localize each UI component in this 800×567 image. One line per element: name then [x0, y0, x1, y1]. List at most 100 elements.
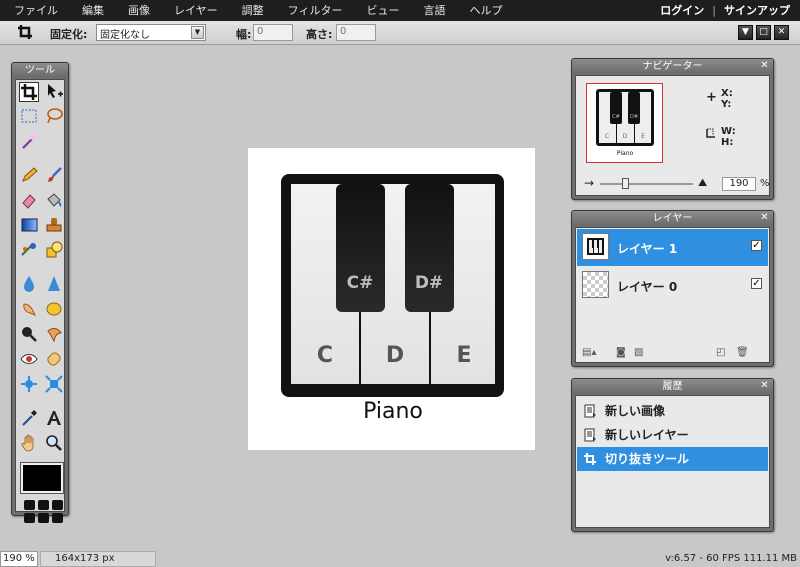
color-picker-tool-icon[interactable]	[19, 409, 39, 429]
crosshair-icon: +	[706, 90, 717, 105]
layer-properties-icon[interactable]: ▤▴	[582, 347, 596, 358]
marquee-tool-icon[interactable]	[19, 107, 39, 127]
menu-language[interactable]: 言語	[411, 0, 457, 21]
menu-file[interactable]: ファイル	[0, 0, 70, 21]
eraser-tool-icon[interactable]	[19, 191, 39, 211]
constraint-value: 固定化なし	[100, 30, 150, 41]
red-eye-tool-icon[interactable]	[19, 350, 39, 370]
pencil-tool-icon[interactable]	[19, 166, 39, 186]
close-icon[interactable]: ✕	[759, 213, 770, 223]
layer-row[interactable]: レイヤー 0 ✓	[577, 267, 768, 304]
color-replace-tool-icon[interactable]	[19, 241, 39, 261]
signup-link[interactable]: サインアップ	[724, 0, 790, 21]
layer-visibility-checkbox[interactable]: ✓	[751, 278, 762, 289]
zoom-slider-track[interactable]	[600, 178, 693, 189]
bloat-tool-icon[interactable]	[19, 375, 39, 395]
image-canvas[interactable]: C# D# C D E Piano	[248, 148, 535, 450]
crop-tool-icon[interactable]	[19, 82, 39, 102]
layers-body: レイヤー 1 ✓ レイヤー 0 ✓ ▤▴ ◙ ▧ ◰ 🗑	[575, 227, 770, 363]
piano-caption: Piano	[363, 399, 423, 424]
menu-layer[interactable]: レイヤー	[162, 0, 230, 21]
menu-filter[interactable]: フィルター	[276, 0, 355, 21]
tools-panel: ツール	[11, 62, 69, 523]
zoom-slider-thumb[interactable]	[622, 178, 629, 189]
stamp-tool-icon[interactable]	[44, 216, 64, 236]
zoom-in-icon[interactable]: ⛰	[698, 176, 707, 190]
status-zoom[interactable]: 190 %	[0, 551, 38, 567]
menu-adjust[interactable]: 調整	[230, 0, 276, 21]
navigator-panel: ナビゲーター ✕ C# D# C D E Piano + X: Y: W: H:…	[571, 58, 774, 200]
history-item[interactable]: 切り抜きツール	[577, 447, 768, 471]
svg-text:Piano: Piano	[617, 150, 634, 157]
fill-bucket-tool-icon[interactable]	[44, 191, 64, 211]
navigator-thumbnail[interactable]: C# D# C D E Piano	[586, 83, 663, 163]
history-item[interactable]: 新しい画像	[577, 399, 768, 423]
magic-wand-tool-icon[interactable]	[19, 132, 39, 152]
brush-tool-icon[interactable]	[44, 166, 64, 186]
auth-links: ログイン | サインアップ	[660, 0, 790, 21]
height-input[interactable]: 0	[336, 24, 376, 41]
menu-view[interactable]: ビュー	[354, 0, 411, 21]
menu-edit[interactable]: 編集	[70, 0, 116, 21]
width-input[interactable]: 0	[253, 24, 293, 41]
close-icon[interactable]: ✕	[759, 381, 770, 391]
sponge-tool-icon[interactable]	[44, 300, 64, 320]
zoom-out-icon[interactable]: →	[584, 176, 594, 190]
history-title: 履歴 ✕	[572, 379, 773, 394]
svg-text:C#: C#	[612, 114, 620, 120]
status-image-size: 164x173 px	[40, 551, 156, 567]
hand-tool-icon[interactable]	[19, 434, 39, 454]
new-layer-icon[interactable]: ◰	[716, 347, 725, 358]
trash-icon[interactable]: 🗑	[736, 347, 749, 358]
layers-title: レイヤー ✕	[572, 211, 773, 226]
layer-row[interactable]: レイヤー 1 ✓	[577, 229, 768, 266]
quick-mask-dot[interactable]	[24, 500, 35, 510]
text-tool-icon[interactable]	[44, 409, 64, 429]
navigator-body: C# D# C D E Piano + X: Y: W: H: → ⛰ 190 …	[575, 75, 770, 196]
quick-mask-dot[interactable]	[52, 500, 63, 510]
history-label: 新しいレイヤー	[605, 428, 689, 442]
blur-tool-icon[interactable]	[19, 275, 39, 295]
navigator-title: ナビゲーター ✕	[572, 59, 773, 74]
minimize-button[interactable]: ▼	[738, 25, 753, 40]
selection-size-icon	[706, 128, 716, 141]
close-button[interactable]: ✕	[774, 25, 789, 40]
layer-visibility-checkbox[interactable]: ✓	[751, 240, 762, 251]
quick-mask-dot[interactable]	[52, 513, 63, 523]
menu-help[interactable]: ヘルプ	[457, 0, 514, 21]
key-label-e: E	[456, 343, 471, 368]
layer-styles-icon[interactable]: ▧	[634, 347, 643, 358]
layers-panel: レイヤー ✕ レイヤー 1 ✓ レイヤー 0 ✓ ▤▴ ◙ ▧ ◰ 🗑	[571, 210, 774, 367]
tools-panel-body	[15, 79, 65, 523]
layer-mask-icon[interactable]: ◙	[616, 347, 626, 358]
burn-tool-icon[interactable]	[44, 325, 64, 345]
sharpen-tool-icon[interactable]	[44, 275, 64, 295]
history-item[interactable]: 新しいレイヤー	[577, 423, 768, 447]
shapes-tool-icon[interactable]	[44, 241, 64, 261]
zoom-tool-icon[interactable]	[44, 434, 64, 454]
login-link[interactable]: ログイン	[660, 0, 704, 21]
restore-button[interactable]: □	[756, 25, 771, 40]
lasso-tool-icon[interactable]	[44, 107, 64, 127]
svg-text:D#: D#	[630, 114, 638, 120]
move-tool-icon[interactable]	[44, 82, 64, 102]
foreground-color-swatch[interactable]	[20, 462, 64, 494]
pinch-tool-icon[interactable]	[44, 375, 64, 395]
constraint-select[interactable]: 固定化なし ▼	[96, 24, 206, 41]
quick-mask-dot[interactable]	[38, 513, 49, 523]
menu-image[interactable]: 画像	[116, 0, 162, 21]
document-icon	[583, 423, 597, 447]
zoom-input[interactable]: 190	[722, 177, 756, 191]
smudge-tool-icon[interactable]	[19, 300, 39, 320]
quick-mask-dot[interactable]	[38, 500, 49, 510]
close-icon[interactable]: ✕	[759, 61, 770, 71]
chevron-down-icon: ▼	[191, 26, 204, 39]
quick-mask-dot[interactable]	[24, 513, 35, 523]
dodge-tool-icon[interactable]	[19, 325, 39, 345]
gradient-tool-icon[interactable]	[19, 216, 39, 236]
y-label: Y:	[721, 99, 732, 110]
status-bar: 190 % 164x173 px v:6.57 - 60 FPS 111.11 …	[0, 551, 800, 567]
zoom-unit: %	[760, 178, 770, 189]
spot-heal-tool-icon[interactable]	[44, 350, 64, 370]
piano-image: C# D# C D E Piano	[281, 174, 504, 424]
